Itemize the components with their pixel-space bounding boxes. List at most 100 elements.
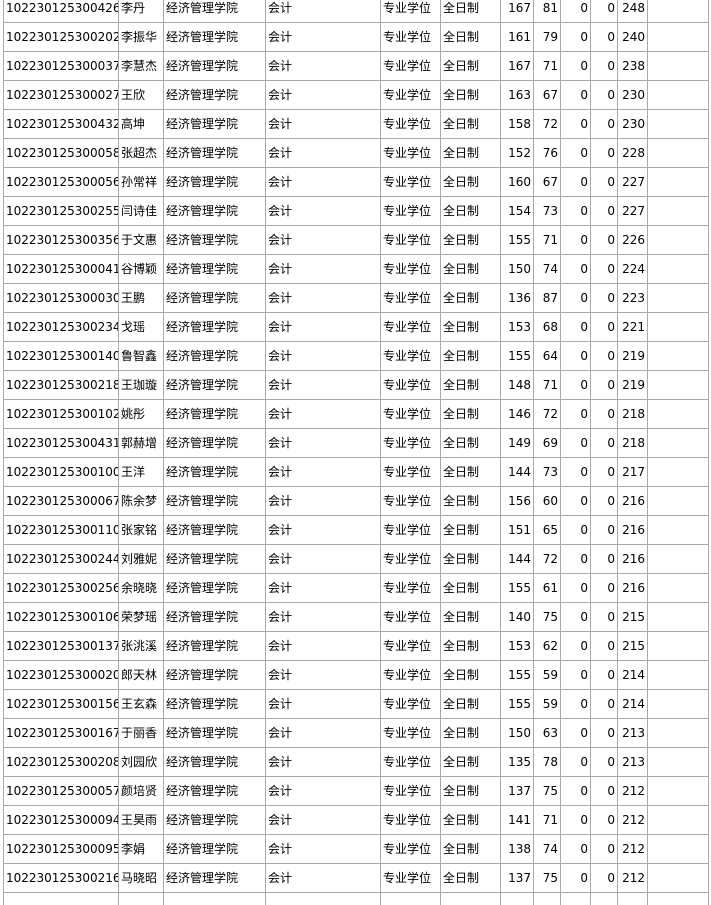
school-cell: 经济管理学院	[163, 283, 266, 313]
study-mode-cell: 全日制	[440, 834, 501, 864]
total-score-cell: 214	[617, 689, 648, 719]
major-cell: 会计	[265, 863, 381, 893]
school-cell: 经济管理学院	[163, 660, 266, 690]
major-cell: 会计	[265, 341, 381, 371]
major-cell: 会计	[265, 283, 381, 313]
study-mode-cell: 全日制	[440, 0, 501, 23]
empty-cell	[647, 225, 709, 255]
total-score-cell: 227	[617, 167, 648, 197]
total-score-cell: 219	[617, 341, 648, 371]
candidate-id-cell: 102230125300030	[3, 283, 119, 313]
candidate-id-cell: 102230125300027	[3, 80, 119, 110]
total-score-cell: 223	[617, 283, 648, 313]
score-3-cell: 0	[560, 457, 591, 487]
candidate-id-cell: 102230125300218	[3, 370, 119, 400]
school-cell: 经济管理学院	[163, 428, 266, 458]
score-2-cell: 75	[533, 776, 561, 806]
study-mode-cell: 全日制	[440, 544, 501, 574]
school-cell: 经济管理学院	[163, 457, 266, 487]
candidate-id-cell: 102230125300041	[3, 254, 119, 284]
table-row: 102230125300057 颜培贤 经济管理学院 会计 专业学位 全日制 137 75 0 0…	[3, 776, 709, 806]
table-row: 102230125300094 王昊雨 经济管理学院 会计 专业学位 全日制 141 71 0 0…	[3, 805, 709, 835]
score-3-cell: 0	[560, 805, 591, 835]
major-cell: 会计	[265, 718, 381, 748]
score-4-cell: 0	[590, 863, 618, 893]
empty-cell	[647, 863, 709, 893]
name-cell: 王鹏	[118, 283, 164, 313]
score-4-cell: 0	[590, 341, 618, 371]
score-2-cell: 69	[533, 428, 561, 458]
school-cell: 经济管理学院	[163, 196, 266, 226]
name-cell: 王欣	[118, 80, 164, 110]
name-cell: 张超杰	[118, 138, 164, 168]
total-score-cell: 216	[617, 486, 648, 516]
study-mode-cell: 全日制	[440, 167, 501, 197]
empty-cell	[647, 341, 709, 371]
degree-type-cell: 专业学位	[380, 776, 441, 806]
study-mode-cell: 全日制	[440, 457, 501, 487]
score-4-cell: 0	[590, 805, 618, 835]
score-2-cell: 62	[533, 631, 561, 661]
score-table-body: 102230125300426 李丹 经济管理学院 会计 专业学位 全日制 167 81 0 0 2…	[3, 0, 709, 905]
score-4-cell: 0	[590, 370, 618, 400]
name-cell: 李振华	[118, 22, 164, 52]
score-4-cell: 0	[590, 544, 618, 574]
candidate-id-cell: 102230125300216	[3, 863, 119, 893]
total-score-cell: 248	[617, 0, 648, 23]
table-row: 102230125300037 李慧杰 经济管理学院 会计 专业学位 全日制 167 71 0 0…	[3, 51, 709, 81]
degree-type-cell: 专业学位	[380, 486, 441, 516]
total-score-cell: 221	[617, 312, 648, 342]
name-cell: 孙常祥	[118, 167, 164, 197]
score-3-cell: 0	[560, 718, 591, 748]
degree-type-cell: 专业学位	[380, 718, 441, 748]
score-2-cell: 74	[533, 834, 561, 864]
score-1-cell: 167	[500, 0, 534, 23]
empty-cell	[647, 138, 709, 168]
score-3-cell: 0	[560, 138, 591, 168]
score-2-cell: 60	[533, 486, 561, 516]
degree-type-cell: 专业学位	[380, 399, 441, 429]
major-cell: 会计	[265, 399, 381, 429]
school-cell: 经济管理学院	[163, 689, 266, 719]
score-2-cell: 68	[533, 312, 561, 342]
score-3-cell: 0	[560, 0, 591, 23]
empty-cell	[647, 399, 709, 429]
empty-cell	[647, 457, 709, 487]
score-3-cell: 0	[560, 254, 591, 284]
major-cell: 会计	[265, 457, 381, 487]
score-1-cell: 156	[500, 486, 534, 516]
candidate-id-cell: 102230125300102	[3, 399, 119, 429]
empty-cell	[647, 747, 709, 777]
score-3-cell: 0	[560, 283, 591, 313]
score-4-cell: 0	[590, 718, 618, 748]
school-cell: 经济管理学院	[163, 312, 266, 342]
school-cell	[163, 892, 266, 905]
score-1-cell: 163	[500, 80, 534, 110]
table-row: 102230125300255 闫诗佳 经济管理学院 会计 专业学位 全日制 154 73 0 0…	[3, 196, 709, 226]
study-mode-cell: 全日制	[440, 254, 501, 284]
degree-type-cell: 专业学位	[380, 747, 441, 777]
score-3-cell: 0	[560, 80, 591, 110]
degree-type-cell: 专业学位	[380, 689, 441, 719]
total-score-cell: 218	[617, 428, 648, 458]
score-3-cell: 0	[560, 689, 591, 719]
major-cell: 会计	[265, 486, 381, 516]
score-2-cell: 81	[533, 0, 561, 23]
degree-type-cell: 专业学位	[380, 254, 441, 284]
score-1-cell: 155	[500, 660, 534, 690]
name-cell: 王昊雨	[118, 805, 164, 835]
score-1-cell: 144	[500, 544, 534, 574]
school-cell: 经济管理学院	[163, 747, 266, 777]
score-4-cell: 0	[590, 602, 618, 632]
empty-cell	[647, 0, 709, 23]
name-cell: 谷博颖	[118, 254, 164, 284]
score-1-cell: 141	[500, 805, 534, 835]
total-score-cell: 238	[617, 51, 648, 81]
study-mode-cell: 全日制	[440, 573, 501, 603]
major-cell: 会计	[265, 573, 381, 603]
empty-cell	[647, 22, 709, 52]
candidate-id-cell	[3, 892, 119, 905]
name-cell: 刘雅妮	[118, 544, 164, 574]
table-row: 102230125300256 余晓晓 经济管理学院 会计 专业学位 全日制 155 61 0 0…	[3, 573, 709, 603]
degree-type-cell: 专业学位	[380, 457, 441, 487]
